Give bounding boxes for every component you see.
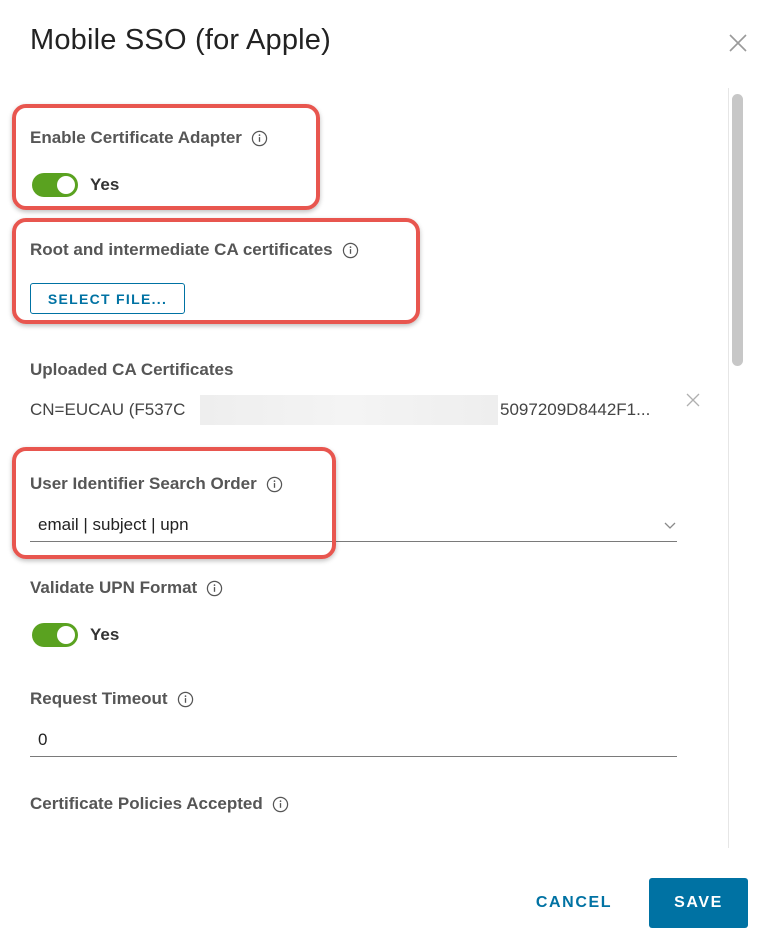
dialog-title: Mobile SSO (for Apple) (30, 24, 331, 56)
uploaded-cert-value-tail: 5097209D8442F1... (500, 400, 651, 419)
highlight-user-identifier (12, 447, 336, 559)
info-icon[interactable] (272, 796, 289, 813)
request-timeout-field[interactable] (30, 725, 677, 757)
toggle-knob (57, 176, 75, 194)
request-timeout-input[interactable] (30, 725, 638, 755)
root-ca-label: Root and intermediate CA certificates (30, 240, 359, 260)
user-identifier-select[interactable]: email | subject | upn (30, 510, 677, 542)
redaction-mask (200, 395, 498, 425)
validate-upn-label: Validate UPN Format (30, 578, 223, 598)
scrollbar-thumb[interactable] (732, 94, 743, 366)
enable-cert-adapter-toggle[interactable] (32, 173, 78, 197)
enable-cert-adapter-toggle-row: Yes (32, 173, 119, 197)
close-icon[interactable] (726, 31, 750, 55)
toggle-knob (57, 626, 75, 644)
enable-cert-adapter-label: Enable Certificate Adapter (30, 128, 268, 148)
user-identifier-label: User Identifier Search Order (30, 474, 283, 494)
info-icon[interactable] (206, 580, 223, 597)
toggle-state-text: Yes (90, 175, 120, 194)
mobile-sso-dialog: Mobile SSO (for Apple) Enable Certificat… (0, 0, 767, 948)
cert-policies-label: Certificate Policies Accepted (30, 794, 289, 814)
info-icon[interactable] (251, 130, 268, 147)
chevron-down-icon[interactable] (663, 518, 677, 532)
save-button[interactable]: SAVE (649, 878, 748, 928)
remove-icon[interactable] (684, 391, 702, 409)
cancel-button[interactable]: CANCEL (528, 880, 620, 926)
info-icon[interactable] (266, 476, 283, 493)
select-file-button[interactable]: SELECT FILE... (30, 283, 185, 314)
info-icon[interactable] (342, 242, 359, 259)
info-icon[interactable] (177, 691, 194, 708)
request-timeout-label: Request Timeout (30, 689, 194, 709)
toggle-state-text: Yes (90, 625, 120, 644)
uploaded-ca-label: Uploaded CA Certificates (30, 360, 234, 379)
validate-upn-toggle-row: Yes (32, 623, 119, 647)
validate-upn-toggle[interactable] (32, 623, 78, 647)
uploaded-cert-value: CN=EUCAU (F537C (30, 400, 186, 419)
user-identifier-selected-value: email | subject | upn (38, 515, 189, 534)
